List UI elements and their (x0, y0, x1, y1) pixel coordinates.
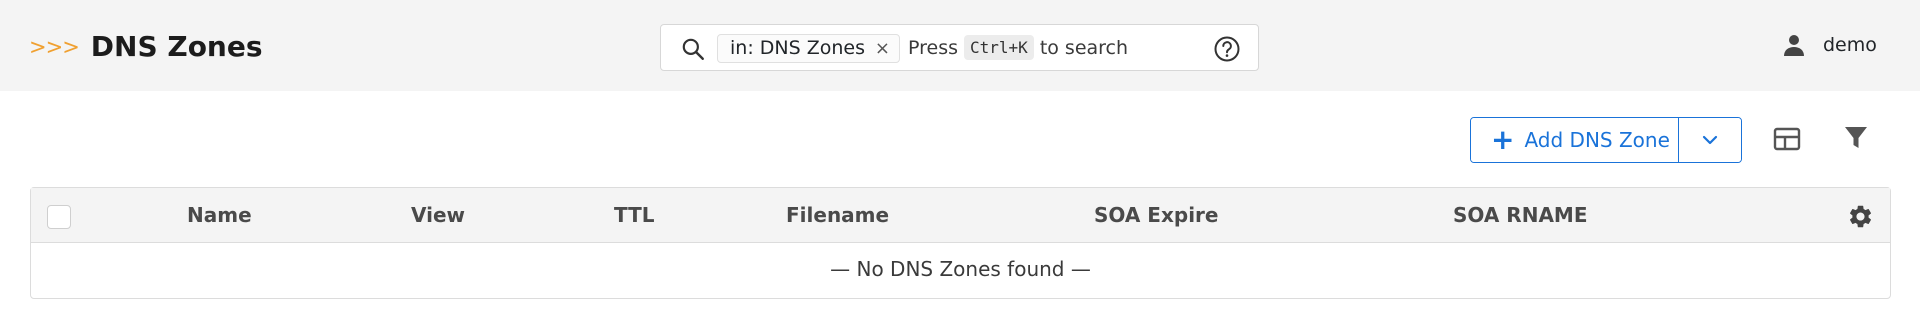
page-header: >>> DNS Zones (29, 30, 263, 63)
breadcrumb-chevrons-icon: >>> (29, 34, 80, 59)
add-options-dropdown-button[interactable] (1678, 118, 1741, 162)
search-icon (682, 38, 704, 60)
add-dns-zone-label: Add DNS Zone (1524, 128, 1670, 152)
column-header-name[interactable]: Name (187, 188, 252, 243)
close-icon[interactable]: × (875, 35, 890, 62)
column-header-view[interactable]: View (411, 188, 465, 243)
gear-icon[interactable] (1847, 203, 1874, 230)
table-layout-icon[interactable] (1772, 125, 1802, 153)
username: demo (1823, 34, 1877, 56)
keyboard-shortcut: Ctrl+K (964, 35, 1034, 60)
search-hint-prefix: Press (908, 36, 959, 59)
search-hint-suffix: to search (1039, 36, 1129, 59)
column-header-ttl[interactable]: TTL (614, 188, 655, 243)
add-dns-zone-button-group: + Add DNS Zone (1470, 117, 1742, 163)
search-scope-label: in: DNS Zones (730, 37, 865, 59)
table-header: Name View TTL Filename SOA Expire SOA RN… (31, 188, 1890, 243)
add-dns-zone-button[interactable]: + Add DNS Zone (1471, 118, 1678, 162)
page-title: DNS Zones (90, 30, 263, 63)
user-menu[interactable]: demo (1782, 33, 1877, 57)
search-hint[interactable]: Press Ctrl+K to search (908, 25, 1128, 70)
search-scope-chip: in: DNS Zones × (717, 34, 900, 63)
help-icon[interactable] (1213, 35, 1241, 63)
plus-icon: + (1491, 123, 1515, 156)
column-header-filename[interactable]: Filename (786, 188, 889, 243)
column-header-soa-rname[interactable]: SOA RNAME (1453, 188, 1588, 243)
user-icon (1784, 35, 1804, 56)
global-search-bar[interactable]: in: DNS Zones × Press Ctrl+K to search (660, 24, 1259, 71)
select-all-checkbox[interactable] (47, 205, 71, 229)
filter-icon[interactable] (1843, 124, 1869, 152)
dns-zones-table: Name View TTL Filename SOA Expire SOA RN… (30, 187, 1891, 299)
column-header-soa-expire[interactable]: SOA Expire (1094, 188, 1218, 243)
chevron-down-icon (1702, 135, 1718, 145)
top-bar: >>> DNS Zones in: DNS Zones × Press Ctrl… (0, 0, 1920, 91)
empty-state-message: — No DNS Zones found — (830, 257, 1091, 281)
